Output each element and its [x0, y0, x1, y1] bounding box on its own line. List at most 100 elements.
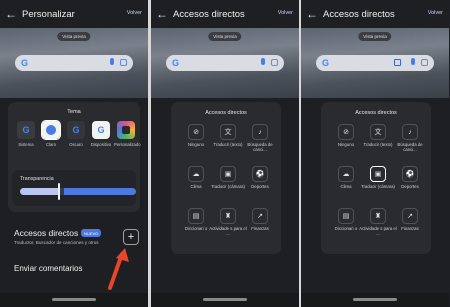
nav-bar [301, 293, 449, 307]
sports-icon[interactable]: ⚽ [252, 166, 268, 182]
search-bar-preview[interactable]: G [166, 55, 284, 71]
finance-icon[interactable]: ↗ [402, 208, 418, 224]
preview-area: Vista previa G [301, 28, 449, 98]
lens-icon[interactable] [271, 59, 278, 66]
enviar-comentarios-link[interactable]: Enviar comentarios [14, 264, 82, 273]
dictionary-icon[interactable]: ▤ [188, 208, 204, 224]
theme-dispositivo[interactable]: G [92, 121, 110, 139]
theme-label: Claro [45, 142, 56, 147]
add-shortcut-button[interactable]: + [123, 229, 139, 245]
volver-button[interactable]: Volver [428, 10, 443, 16]
google-logo-icon: G [172, 58, 180, 68]
no-visibility-icon[interactable]: ⊘ [188, 124, 204, 140]
volver-button[interactable]: Volver [127, 10, 142, 16]
translate-icon[interactable]: 文 [370, 124, 386, 140]
tema-card: Tema G Sistema Claro G Oscuro G Disposit… [8, 102, 141, 212]
school-icon[interactable]: ♜ [220, 208, 236, 224]
lens-icon[interactable] [120, 59, 127, 66]
theme-sistema[interactable]: G [17, 121, 35, 139]
shortcuts-card: Accesos directos ⊘ Ninguno 文 Traducir (text… [321, 102, 431, 254]
shortcut-option[interactable]: ↗ Finanzas [245, 208, 275, 246]
shortcut-option[interactable]: ⊘ Ninguno [181, 124, 211, 162]
shortcut-label: Finanzas [251, 226, 269, 231]
translate-icon[interactable]: 文 [220, 124, 236, 140]
shortcut-option[interactable]: ♪ Búsqueda de canci... [395, 124, 425, 162]
google-g-icon [46, 125, 56, 135]
theme-label: Dispositivo [90, 142, 112, 147]
camera-translate-icon[interactable] [394, 59, 401, 66]
music-note-icon[interactable]: ♪ [252, 124, 268, 140]
theme-oscuro[interactable]: G [67, 121, 85, 139]
sports-icon[interactable]: ⚽ [402, 166, 418, 182]
shortcut-option[interactable]: ⊘ Ninguno [331, 124, 361, 162]
shortcut-option[interactable]: ♜ Actividade s para el ... [209, 208, 247, 246]
shortcut-option[interactable]: ♜ Actividade s para el ... [359, 208, 397, 246]
search-bar-preview[interactable]: G [15, 55, 133, 71]
search-bar-preview[interactable]: G [316, 55, 434, 71]
nav-bar [151, 293, 299, 307]
shortcut-option[interactable]: 文 Traducir (texto) [363, 124, 393, 162]
back-arrow-icon[interactable]: ← [0, 0, 22, 28]
lens-icon[interactable] [421, 59, 428, 66]
weather-icon[interactable]: ☁ [338, 166, 354, 182]
header: ← Personalizar Volver [0, 0, 148, 28]
shortcut-label: Búsqueda de canci... [247, 142, 273, 153]
transparencia-slider[interactable] [20, 188, 136, 195]
mic-icon[interactable] [261, 58, 265, 65]
no-visibility-icon[interactable]: ⊘ [338, 124, 354, 140]
accesos-directos-title[interactable]: Accesos directos [14, 228, 78, 238]
shortcut-option[interactable]: ▣ Traducir (cámara) [211, 166, 245, 204]
google-g-icon: G [72, 125, 80, 135]
weather-icon[interactable]: ☁ [188, 166, 204, 182]
camera-translate-icon[interactable]: ▣ [370, 166, 386, 182]
shortcut-option[interactable]: ⚽ Deportes [245, 166, 275, 204]
shortcut-label: Deportes [251, 184, 269, 189]
shortcut-option[interactable]: 文 Traducir (texto) [213, 124, 243, 162]
google-g-icon: G [97, 125, 105, 135]
accesos-directos-subtitle: Traductor, Buscador de canciones y otros [14, 240, 99, 245]
shortcut-option[interactable]: ▤ Diccionari o [181, 208, 211, 246]
shortcuts-card-title: Accesos directos [355, 110, 397, 116]
shortcut-option[interactable]: ☁ Clima [331, 166, 361, 204]
vista-previa-badge: Vista previa [208, 32, 242, 41]
shortcut-option[interactable]: ↗ Finanzas [395, 208, 425, 246]
home-handle[interactable] [203, 298, 247, 301]
finance-icon[interactable]: ↗ [252, 208, 268, 224]
shortcut-option[interactable]: ▤ Diccionari o [331, 208, 361, 246]
google-logo-icon: G [21, 58, 29, 68]
mic-icon[interactable] [411, 58, 415, 65]
dictionary-icon[interactable]: ▤ [338, 208, 354, 224]
back-arrow-icon[interactable]: ← [301, 0, 323, 28]
theme-label: Sistema [18, 142, 34, 147]
slider-thumb[interactable] [58, 183, 60, 200]
shortcut-label: Finanzas [401, 226, 419, 231]
school-icon[interactable]: ♜ [370, 208, 386, 224]
red-arrow-annotation [108, 248, 129, 290]
shortcut-option[interactable]: ♪ Búsqueda de canci... [245, 124, 275, 162]
google-g-icon: G [22, 125, 30, 135]
header: ← Accesos directos Volver [151, 0, 299, 28]
page-title: Accesos directos [173, 8, 245, 20]
theme-claro[interactable] [41, 120, 61, 140]
tema-title: Tema [67, 109, 81, 115]
shortcut-option[interactable]: ☁ Clima [181, 166, 211, 204]
accesos-directos-selected-panel: ← Accesos directos Volver Vista previa G… [301, 0, 450, 307]
home-handle[interactable] [52, 298, 96, 301]
google-g-icon [122, 126, 130, 134]
camera-translate-icon[interactable]: ▣ [220, 166, 236, 182]
page-title: Personalizar [22, 8, 75, 20]
vista-previa-badge: Vista previa [57, 32, 91, 41]
theme-label: Personalizado [114, 142, 141, 147]
shortcut-option[interactable]: ⚽ Deportes [395, 166, 425, 204]
music-note-icon[interactable]: ♪ [402, 124, 418, 140]
page-title: Accesos directos [323, 8, 395, 20]
back-arrow-icon[interactable]: ← [151, 0, 173, 28]
shortcuts-card-title: Accesos directos [205, 110, 247, 116]
theme-personalizado[interactable] [117, 121, 135, 139]
mic-icon[interactable] [110, 58, 114, 65]
volver-button[interactable]: Volver [278, 10, 293, 16]
vista-previa-badge: Vista previa [358, 32, 392, 41]
theme-label: Oscuro [69, 142, 83, 147]
home-handle[interactable] [353, 298, 397, 301]
shortcut-option[interactable]: ▣ Traducir (cámara) [361, 166, 395, 204]
